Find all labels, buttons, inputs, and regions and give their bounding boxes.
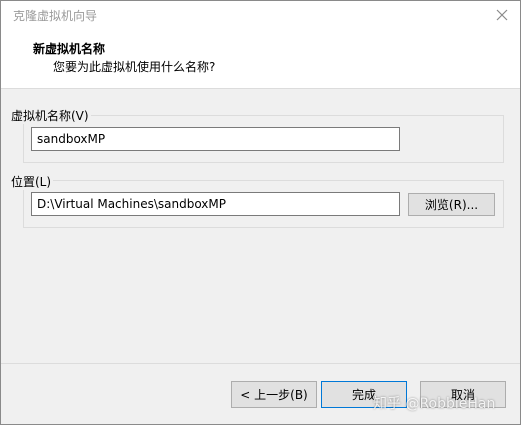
vm-name-input[interactable] <box>31 127 400 151</box>
location-input[interactable] <box>31 192 400 216</box>
page-title: 新虚拟机名称 <box>33 42 106 56</box>
browse-button[interactable]: 浏览(R)... <box>408 193 495 216</box>
close-button[interactable] <box>490 4 514 26</box>
location-label: 位置(L) <box>9 173 54 190</box>
clone-vm-wizard-dialog: 克隆虚拟机向导 新虚拟机名称 您要为此虚拟机使用什么名称? 虚拟机名称(V) 位… <box>0 0 521 425</box>
page-subtitle: 您要为此虚拟机使用什么名称? <box>53 60 216 74</box>
close-icon <box>496 9 508 21</box>
window-title: 克隆虚拟机向导 <box>13 9 98 23</box>
cancel-button[interactable]: 取消 <box>420 381 506 408</box>
wizard-header: 新虚拟机名称 您要为此虚拟机使用什么名称? <box>1 29 520 89</box>
back-button[interactable]: < 上一步(B) <box>231 381 317 408</box>
footer-divider <box>1 363 520 364</box>
title-bar: 克隆虚拟机向导 <box>1 1 520 29</box>
vm-name-label: 虚拟机名称(V) <box>9 107 91 124</box>
finish-button[interactable]: 完成 <box>321 381 407 408</box>
